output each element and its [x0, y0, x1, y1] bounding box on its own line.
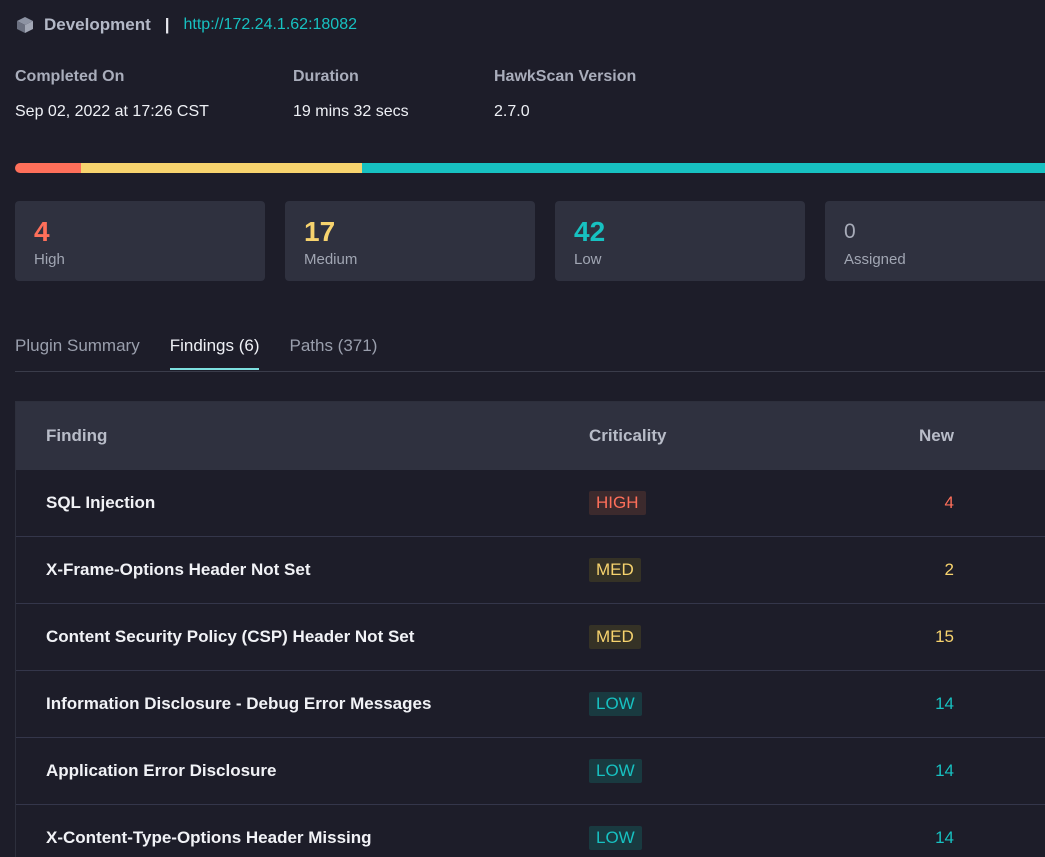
- finding-name: X-Content-Type-Options Header Missing: [46, 828, 372, 847]
- hawkscan-version-value: 2.7.0: [494, 103, 530, 120]
- table-row[interactable]: Application Error Disclosure LOW 14: [16, 738, 1045, 805]
- low-label: Low: [574, 251, 602, 268]
- table-row[interactable]: Information Disclosure - Debug Error Mes…: [16, 671, 1045, 738]
- tab-findings[interactable]: Findings (6): [169, 332, 260, 370]
- medium-label: Medium: [304, 251, 358, 268]
- stat-card-assigned[interactable]: 0 Assigned: [825, 201, 1045, 281]
- high-count: 4: [34, 216, 50, 247]
- target-url-link[interactable]: http://172.24.1.62:18082: [184, 16, 357, 34]
- finding-name: Content Security Policy (CSP) Header Not…: [46, 627, 415, 646]
- finding-name: X-Frame-Options Header Not Set: [46, 560, 311, 579]
- findings-table: Finding Criticality New SQL Injection HIG…: [15, 401, 1045, 857]
- new-count: 2: [944, 560, 954, 579]
- environment-name: Development: [44, 15, 151, 34]
- new-count: 14: [935, 694, 954, 713]
- hawkscan-version-label: HawkScan Version: [494, 68, 637, 85]
- new-count: 14: [935, 828, 954, 847]
- criticality-badge: LOW: [589, 759, 642, 783]
- assigned-label: Assigned: [844, 251, 906, 268]
- header-separator: |: [164, 15, 170, 34]
- cube-icon: [15, 15, 35, 35]
- table-row[interactable]: X-Content-Type-Options Header Missing LOW…: [16, 805, 1045, 857]
- criticality-badge: LOW: [589, 826, 642, 850]
- version-block: HawkScan Version 2.7.0: [494, 68, 636, 121]
- completed-on-label: Completed On: [15, 68, 125, 85]
- criticality-cell: LOW: [559, 826, 789, 850]
- new-count: 15: [935, 627, 954, 646]
- assigned-count: 0: [844, 220, 856, 243]
- completed-on-value: Sep 02, 2022 at 17:26 CST: [15, 103, 209, 120]
- scan-details-page: Development | http://172.24.1.62:18082 C…: [0, 0, 1045, 857]
- stat-card-low[interactable]: 42 Low: [555, 201, 805, 281]
- criticality-badge: MED: [589, 558, 641, 582]
- criticality-cell: MED: [559, 625, 789, 649]
- scan-tabs: Plugin Summary Findings (6) Paths (371): [15, 332, 1045, 372]
- criticality-badge: LOW: [589, 692, 642, 716]
- header-finding[interactable]: Finding: [16, 426, 559, 446]
- medium-count: 17: [304, 216, 336, 247]
- table-row[interactable]: SQL Injection HIGH 4: [16, 470, 1045, 537]
- high-label: High: [34, 251, 65, 268]
- finding-name: Application Error Disclosure: [46, 761, 277, 780]
- severity-bar-low: [361, 163, 1045, 173]
- completed-on-block: Completed On Sep 02, 2022 at 17:26 CST: [15, 68, 209, 121]
- finding-name: Information Disclosure - Debug Error Mes…: [46, 694, 432, 713]
- header-new[interactable]: New: [789, 426, 954, 446]
- duration-label: Duration: [293, 68, 359, 85]
- tab-paths[interactable]: Paths (371): [289, 332, 377, 370]
- new-count: 14: [935, 761, 954, 780]
- table-row[interactable]: Content Security Policy (CSP) Header Not…: [16, 604, 1045, 671]
- scan-header: Development | http://172.24.1.62:18082: [15, 12, 357, 38]
- criticality-cell: HIGH: [559, 491, 789, 515]
- low-count: 42: [574, 216, 606, 247]
- criticality-cell: LOW: [559, 759, 789, 783]
- severity-bar-high: [15, 163, 82, 173]
- stat-card-high[interactable]: 4 High: [15, 201, 265, 281]
- criticality-badge: MED: [589, 625, 641, 649]
- criticality-cell: MED: [559, 558, 789, 582]
- table-row[interactable]: X-Frame-Options Header Not Set MED 2: [16, 537, 1045, 604]
- severity-distribution-bar: [15, 163, 1045, 173]
- finding-name: SQL Injection: [46, 493, 156, 512]
- stat-card-medium[interactable]: 17 Medium: [285, 201, 535, 281]
- severity-bar-medium: [81, 163, 362, 173]
- duration-value: 19 mins 32 secs: [293, 103, 409, 120]
- tab-plugin-summary[interactable]: Plugin Summary: [15, 332, 140, 370]
- table-header: Finding Criticality New: [16, 402, 1045, 470]
- criticality-cell: LOW: [559, 692, 789, 716]
- header-criticality[interactable]: Criticality: [559, 426, 789, 446]
- criticality-badge: HIGH: [589, 491, 646, 515]
- duration-block: Duration 19 mins 32 secs: [293, 68, 409, 121]
- new-count: 4: [944, 493, 954, 512]
